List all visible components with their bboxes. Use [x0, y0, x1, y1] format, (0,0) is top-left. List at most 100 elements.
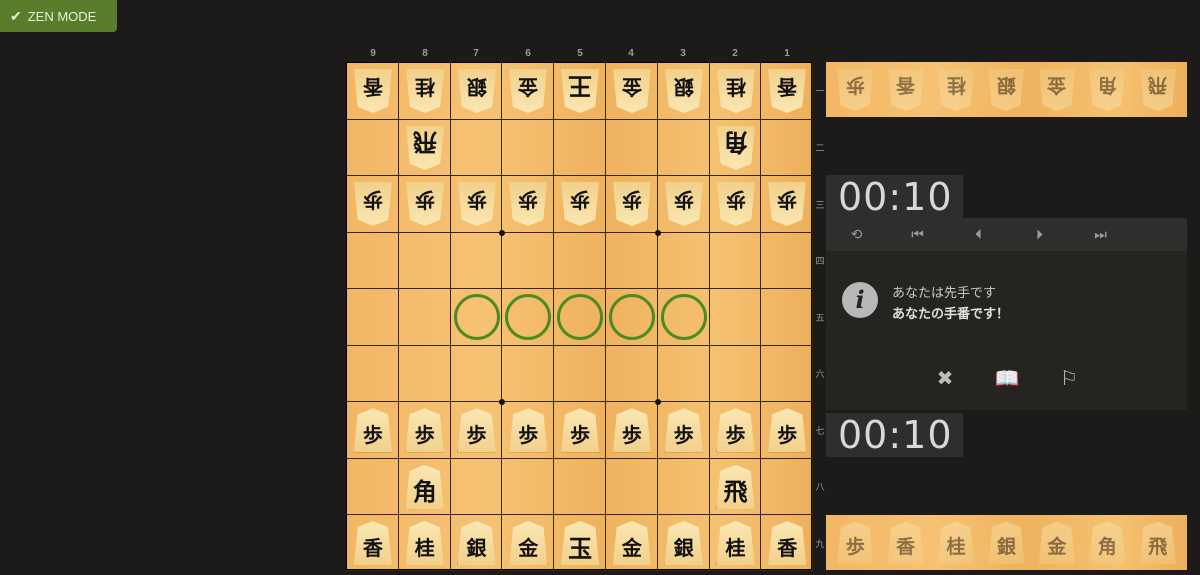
board-square[interactable] — [606, 345, 658, 402]
hand-piece[interactable]: 歩 — [837, 521, 874, 564]
gote-pawn[interactable]: 歩 — [354, 182, 392, 226]
board-square[interactable] — [761, 289, 813, 346]
hand-piece[interactable]: 桂 — [938, 69, 974, 111]
gote-piece[interactable]: 香 — [354, 69, 392, 113]
gote-bishop[interactable]: 角 — [717, 126, 755, 170]
sente-pawn[interactable]: 歩 — [509, 408, 548, 453]
board-square[interactable] — [554, 119, 606, 176]
board-square[interactable] — [450, 232, 503, 289]
gote-pawn[interactable]: 歩 — [665, 182, 703, 226]
gote-piece[interactable]: 銀 — [665, 69, 703, 113]
board-square[interactable] — [761, 458, 813, 515]
board-square[interactable] — [657, 119, 710, 176]
sente-rook[interactable]: 飛 — [716, 464, 755, 509]
gote-pawn[interactable]: 歩 — [613, 182, 651, 226]
board-square[interactable] — [709, 345, 762, 402]
board-square[interactable] — [657, 458, 710, 515]
gote-piece[interactable]: 香 — [768, 69, 806, 113]
hand-piece[interactable]: 銀 — [988, 521, 1025, 564]
sente-piece[interactable]: 香 — [768, 521, 807, 565]
sente-pawn[interactable]: 歩 — [405, 408, 444, 453]
gote-pawn[interactable]: 歩 — [406, 182, 444, 226]
takeback-icon[interactable]: 📖 — [992, 366, 1022, 391]
board-square[interactable] — [347, 232, 399, 289]
board-square[interactable] — [554, 458, 606, 515]
player-hand[interactable]: 歩香桂銀金角飛 — [826, 515, 1187, 570]
sente-pawn[interactable]: 歩 — [612, 408, 651, 453]
hand-piece[interactable]: 銀 — [988, 69, 1024, 111]
board-square[interactable] — [761, 119, 813, 176]
gote-rook[interactable]: 飛 — [406, 126, 444, 170]
sente-pawn[interactable]: 歩 — [561, 408, 600, 453]
flip-board-icon[interactable]: ⟲ — [826, 226, 887, 243]
first-move-icon[interactable]: ⏮ — [887, 226, 948, 243]
shogi-board[interactable]: 香桂銀金王金銀桂香飛角歩歩歩歩歩歩歩歩歩歩歩歩歩歩歩歩歩歩角飛香桂銀金玉金銀桂香 — [346, 62, 813, 571]
board-square[interactable] — [606, 119, 658, 176]
hand-piece[interactable]: 飛 — [1139, 521, 1176, 564]
board-square[interactable] — [502, 232, 555, 289]
board-square[interactable] — [606, 232, 658, 289]
board-square[interactable] — [709, 232, 762, 289]
board-square[interactable] — [347, 289, 399, 346]
hand-piece[interactable]: 角 — [1089, 521, 1126, 564]
gote-piece[interactable]: 銀 — [458, 69, 496, 113]
gote-pawn[interactable]: 歩 — [509, 182, 547, 226]
board-square[interactable] — [657, 232, 710, 289]
board-square[interactable] — [450, 119, 503, 176]
hand-piece[interactable]: 金 — [1039, 69, 1075, 111]
gote-pawn[interactable]: 歩 — [561, 182, 599, 226]
sente-pawn[interactable]: 歩 — [716, 408, 755, 453]
gote-piece[interactable]: 金 — [509, 69, 547, 113]
zen-mode-button[interactable]: ✔ ZEN MODE — [0, 0, 117, 32]
board-square[interactable] — [502, 345, 555, 402]
hand-piece[interactable]: 飛 — [1140, 69, 1176, 111]
sente-piece[interactable]: 金 — [612, 521, 651, 565]
resign-flag-icon[interactable]: ⚐ — [1054, 366, 1084, 391]
gote-piece[interactable]: 桂 — [406, 69, 444, 113]
sente-pawn[interactable]: 歩 — [768, 408, 807, 453]
sente-pawn[interactable]: 歩 — [457, 408, 496, 453]
board-square[interactable] — [398, 345, 451, 402]
sente-piece[interactable]: 桂 — [405, 521, 444, 565]
abort-icon[interactable]: ✖ — [930, 366, 960, 391]
board-square[interactable] — [502, 119, 555, 176]
board-surface[interactable]: 香桂銀金王金銀桂香飛角歩歩歩歩歩歩歩歩歩歩歩歩歩歩歩歩歩歩角飛香桂銀金玉金銀桂香 — [346, 62, 813, 571]
gote-piece[interactable]: 金 — [613, 69, 651, 113]
hand-piece[interactable]: 桂 — [938, 521, 975, 564]
board-square[interactable] — [606, 458, 658, 515]
hand-piece[interactable]: 歩 — [837, 69, 873, 111]
board-square[interactable] — [657, 345, 710, 402]
sente-piece[interactable]: 銀 — [457, 521, 496, 565]
board-square[interactable] — [450, 458, 503, 515]
next-move-icon[interactable]: ⏵ — [1009, 226, 1070, 243]
hand-piece[interactable]: 香 — [888, 69, 924, 111]
hand-piece[interactable]: 金 — [1038, 521, 1075, 564]
board-square[interactable] — [761, 232, 813, 289]
sente-bishop[interactable]: 角 — [405, 464, 444, 509]
gote-piece[interactable]: 桂 — [717, 69, 755, 113]
move-hint[interactable] — [608, 294, 655, 341]
board-square[interactable] — [398, 232, 451, 289]
sente-pawn[interactable]: 歩 — [353, 408, 392, 453]
hand-piece[interactable]: 香 — [887, 521, 924, 564]
sente-pawn[interactable]: 歩 — [664, 408, 703, 453]
sente-piece[interactable]: 香 — [353, 521, 392, 565]
opponent-hand[interactable]: 歩香桂銀金角飛 — [826, 62, 1187, 117]
board-square[interactable] — [554, 345, 606, 402]
board-square[interactable] — [347, 345, 399, 402]
last-move-icon[interactable]: ⏭ — [1070, 226, 1131, 243]
board-square[interactable] — [398, 289, 451, 346]
gote-piece[interactable]: 王 — [561, 69, 599, 113]
move-hint[interactable] — [660, 294, 707, 341]
board-square[interactable] — [761, 345, 813, 402]
prev-move-icon[interactable]: ⏴ — [948, 226, 1009, 243]
gote-pawn[interactable]: 歩 — [768, 182, 806, 226]
board-square[interactable] — [709, 289, 762, 346]
hand-piece[interactable]: 角 — [1089, 69, 1125, 111]
board-square[interactable] — [554, 232, 606, 289]
sente-piece[interactable]: 金 — [509, 521, 548, 565]
board-square[interactable] — [347, 119, 399, 176]
gote-pawn[interactable]: 歩 — [458, 182, 496, 226]
board-square[interactable] — [502, 458, 555, 515]
sente-piece[interactable]: 銀 — [664, 521, 703, 565]
